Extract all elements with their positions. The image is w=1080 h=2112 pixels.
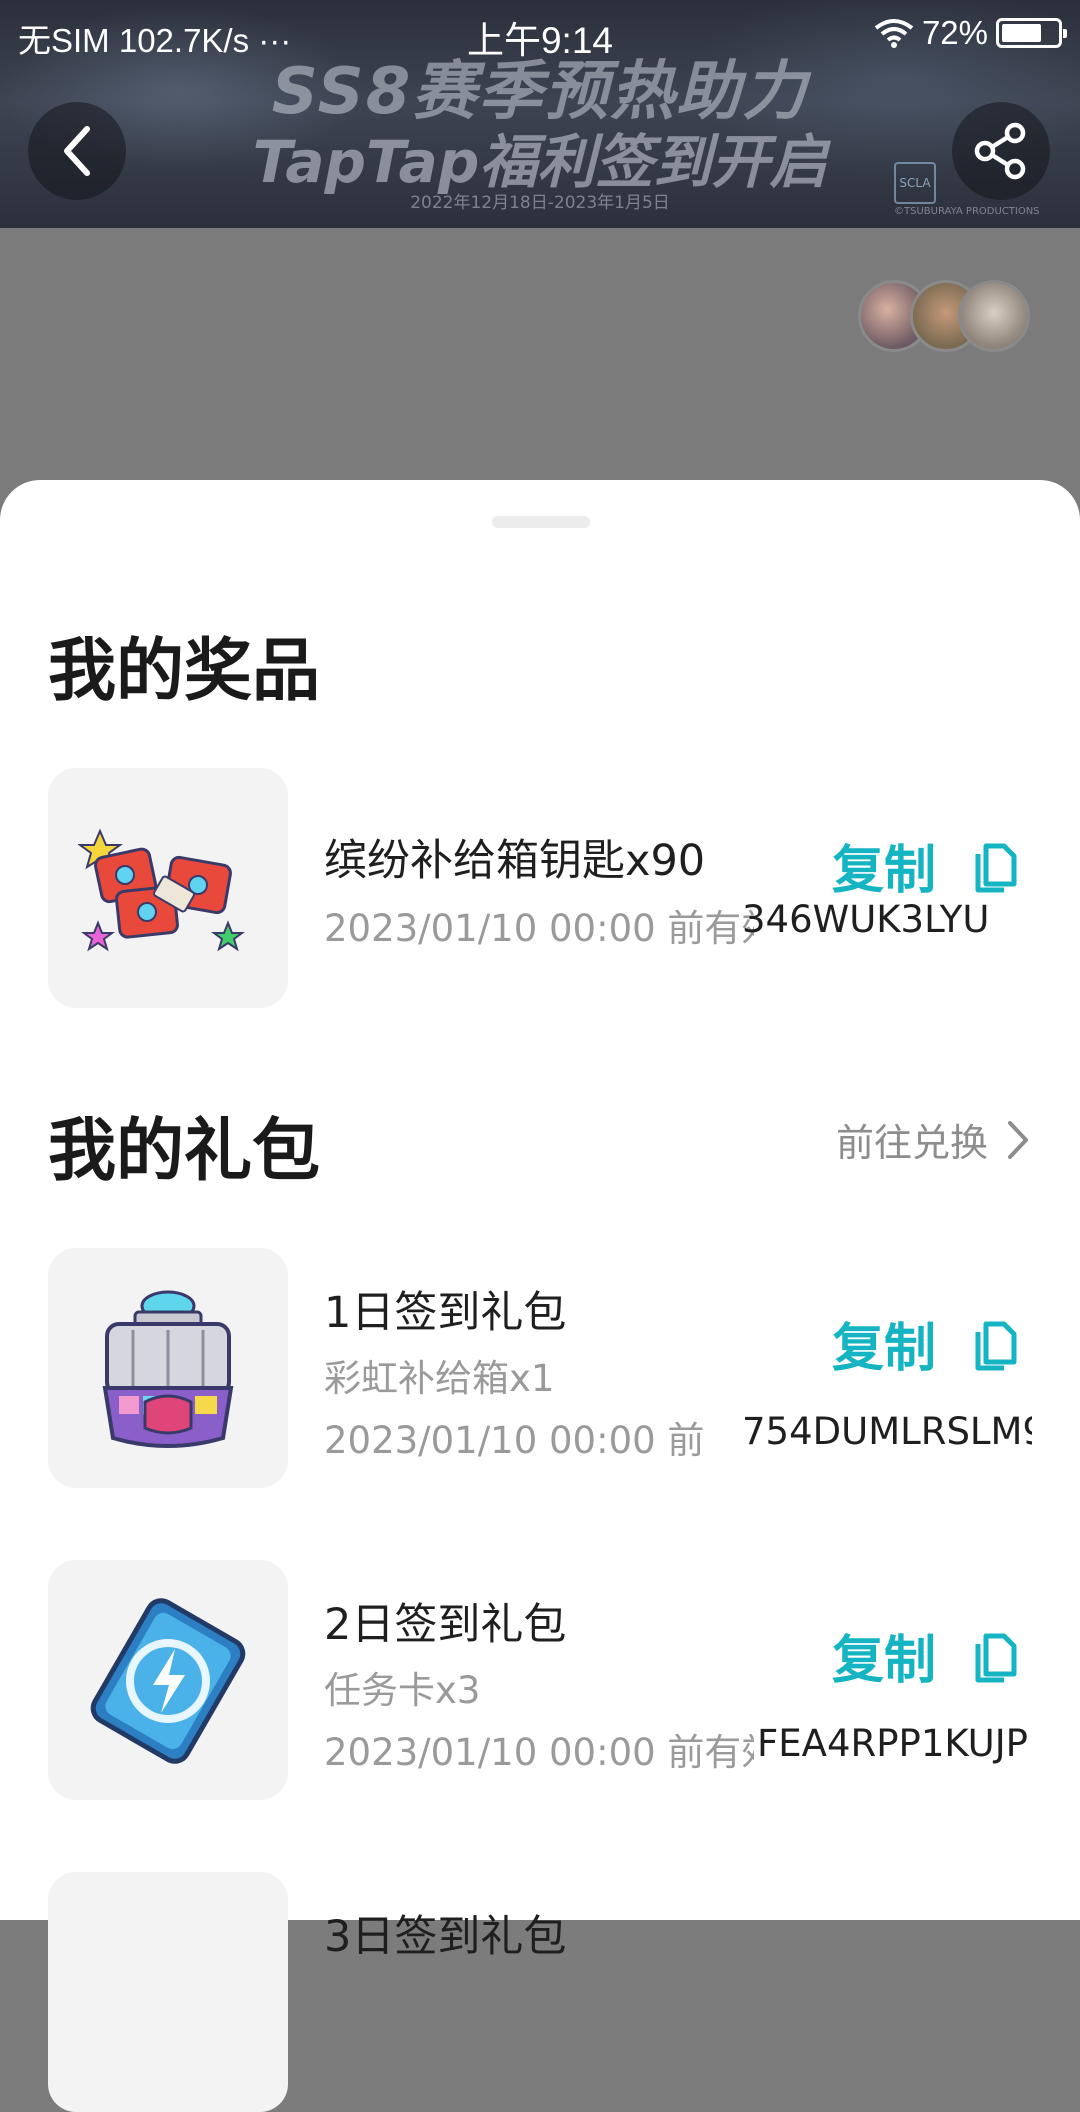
copy-icon (975, 1633, 1017, 1682)
wifi-icon (874, 19, 914, 48)
gift-thumbnail (48, 1560, 288, 1800)
gift-item: 1日签到礼包 彩虹补给箱x1 2023/01/10 00:00 前… 复制 75… (48, 1248, 1032, 1488)
gift-code[interactable]: 754DUMLRSLM9 (742, 1410, 1032, 1453)
redeem-link-label: 前往兑换 (835, 1121, 988, 1165)
dimmed-overlay[interactable] (0, 228, 1080, 490)
gift-thumbnail (48, 1872, 288, 2112)
prize-code[interactable]: 346WUK3LYU (742, 898, 1032, 941)
gift-content: 彩虹补给箱x1 (324, 1357, 555, 1400)
gift-copy-button[interactable]: 复制 (832, 1306, 1022, 1381)
copy-label: 复制 (831, 1631, 936, 1691)
banner-logo: SCLA (894, 162, 936, 204)
avatar (958, 280, 1030, 352)
battery-icon (996, 18, 1067, 48)
gifts-section-title: 我的礼包 (48, 1112, 321, 1191)
gift-expire: 2023/01/10 00:00 前… (324, 1419, 704, 1462)
gift-thumbnail (48, 1248, 288, 1488)
prize-item: 缤纷补给箱钥匙x90 2023/01/10 00:00 前有效 复制 346WU… (48, 768, 1032, 1008)
share-icon (974, 122, 1026, 180)
drag-handle[interactable] (492, 516, 590, 528)
back-button[interactable] (28, 102, 126, 200)
rainbow-supply-box-icon (102, 1290, 234, 1448)
prize-thumbnail (48, 768, 288, 1008)
battery-percent: 72% (921, 14, 988, 51)
copy-icon (975, 843, 1017, 892)
prize-expire: 2023/01/10 00:00 前有效 (324, 907, 754, 950)
banner-copyright: ©TSUBURAYA PRODUCTIONS (894, 206, 1040, 217)
supply-box-keys-icon (78, 828, 245, 952)
prizes-section-title: 我的奖品 (48, 632, 321, 711)
gift-expire: 2023/01/10 00:00 前有效 (324, 1731, 754, 1774)
redeem-link[interactable]: 前往兑换 (836, 1112, 1030, 1167)
bottom-sheet: 我的奖品 缤纷补给箱钥匙x90 2023/01/10 00:00 前有效 复制 (0, 480, 1080, 2112)
gift-item: 3日签到礼包 (48, 1872, 1032, 2112)
chevron-right-icon (1008, 1120, 1028, 1159)
copy-label: 复制 (831, 841, 936, 901)
gift-name: 3日签到礼包 (324, 1912, 567, 1962)
participant-avatars (858, 280, 1030, 352)
prize-name: 缤纷补给箱钥匙x90 (324, 836, 706, 886)
chevron-left-icon (64, 126, 90, 176)
prize-copy-button[interactable]: 复制 (832, 828, 1022, 903)
share-button[interactable] (952, 102, 1050, 200)
copy-label: 复制 (831, 1319, 936, 1379)
gift-content: 任务卡x3 (324, 1669, 481, 1712)
status-right: 72% (874, 14, 1067, 52)
copy-icon (975, 1321, 1017, 1370)
gift-code[interactable]: FEA4RPP1KUJP (757, 1722, 1032, 1765)
gift-name: 1日签到礼包 (324, 1288, 567, 1338)
gift-copy-button[interactable]: 复制 (832, 1618, 1022, 1693)
gift-name: 2日签到礼包 (324, 1600, 567, 1650)
gift-item: 2日签到礼包 任务卡x3 2023/01/10 00:00 前有效 复制 FEA… (48, 1560, 1032, 1800)
mission-card-icon (90, 1598, 246, 1764)
status-bar: 无SIM 102.7K/s ··· 上午9:14 72% (0, 0, 1080, 68)
